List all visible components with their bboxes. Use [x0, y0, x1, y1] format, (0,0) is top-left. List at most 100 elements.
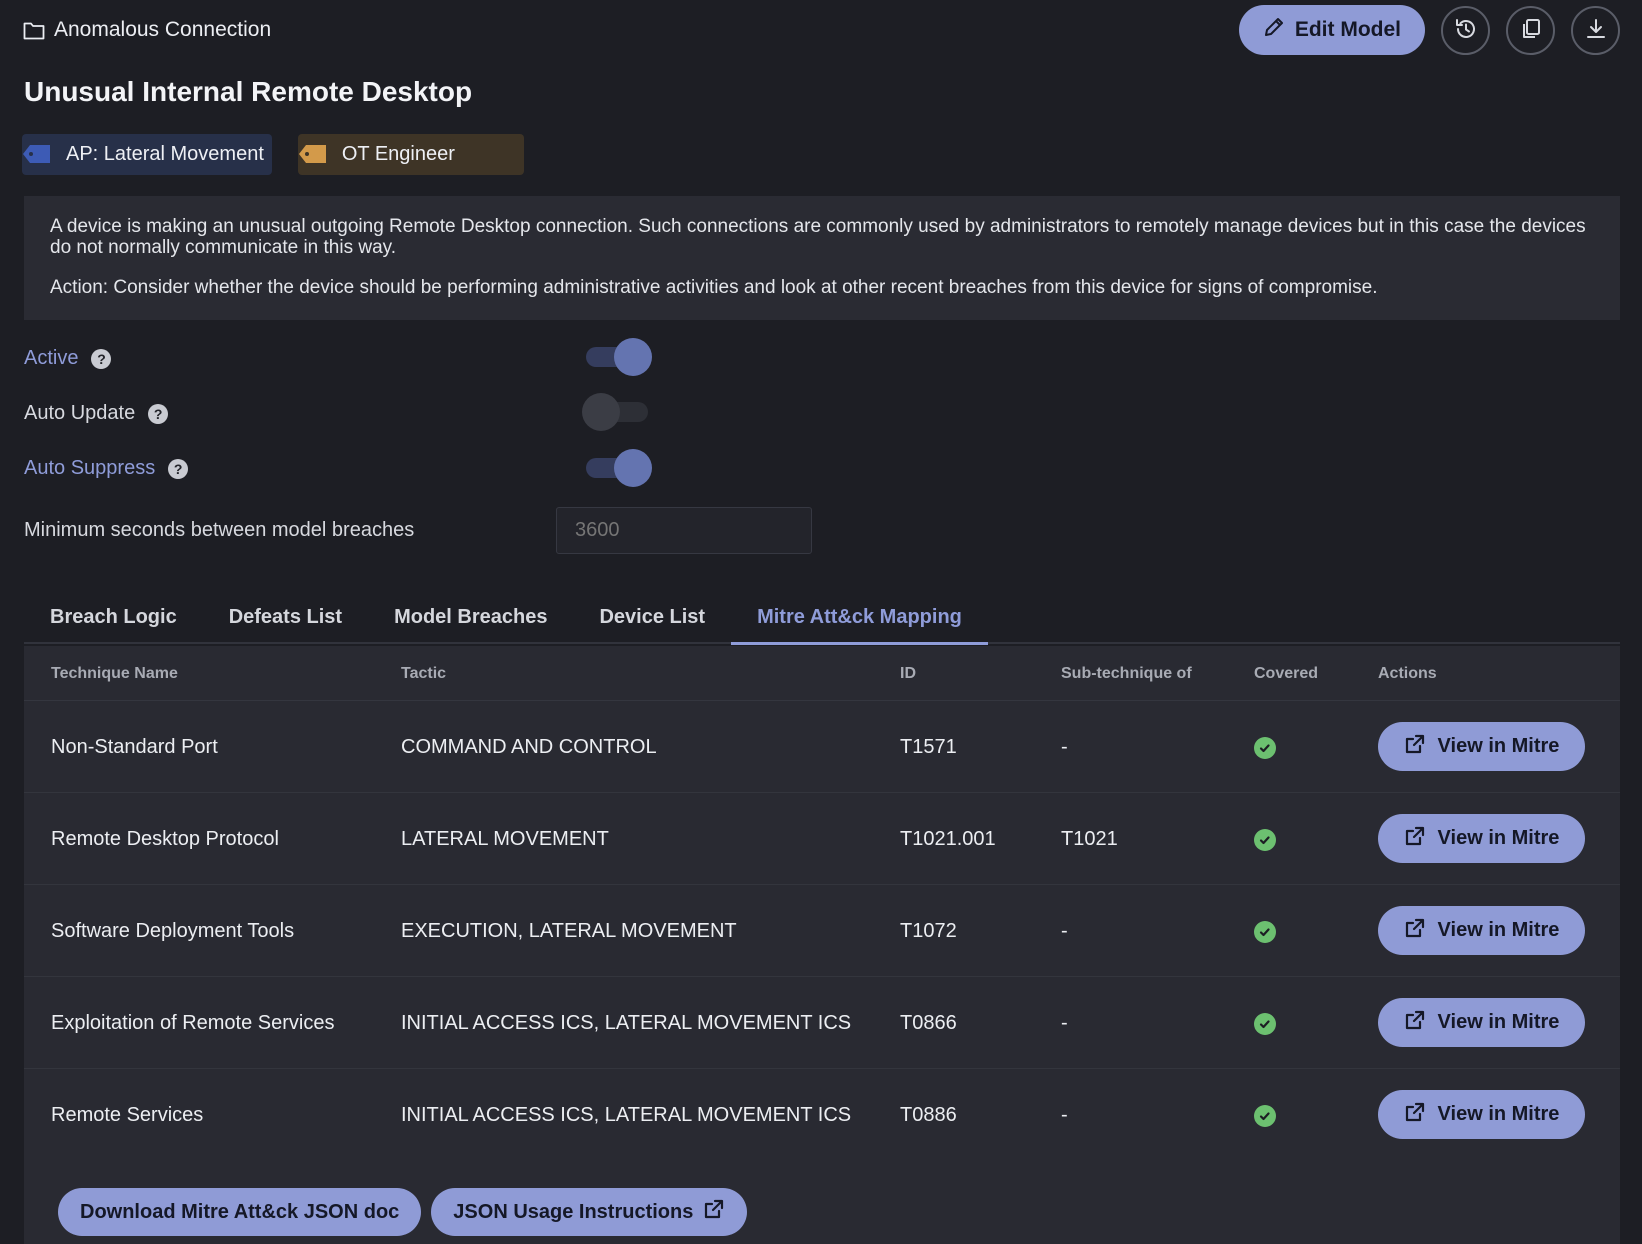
- table-row: Non-Standard Port COMMAND AND CONTROL T1…: [24, 701, 1620, 793]
- technique-id: T1021.001: [900, 828, 996, 850]
- min-seconds-input[interactable]: [556, 507, 812, 554]
- technique-id: T1072: [900, 920, 957, 942]
- technique-id: T1571: [900, 736, 957, 758]
- covered-check-icon: [1254, 1013, 1276, 1035]
- covered-check-icon: [1254, 921, 1276, 943]
- copy-button[interactable]: [1506, 5, 1555, 55]
- top-actions: Edit Model: [1238, 5, 1620, 55]
- tag-list: AP: Lateral Movement OT Engineer: [22, 134, 524, 175]
- tab-model-breaches[interactable]: Model Breaches: [368, 592, 573, 642]
- header-technique-name[interactable]: Technique Name: [51, 665, 178, 683]
- edit-model-label: Edit Model: [1294, 18, 1401, 41]
- view-in-mitre-button[interactable]: View in Mitre: [1378, 722, 1585, 771]
- tab-defeats-list[interactable]: Defeats List: [203, 592, 368, 642]
- tag-lateral-movement[interactable]: AP: Lateral Movement: [22, 134, 272, 175]
- mitre-table: Technique Name Tactic ID Sub-technique o…: [24, 646, 1620, 1244]
- help-icon[interactable]: ?: [168, 458, 189, 479]
- covered-check-icon: [1254, 1105, 1276, 1127]
- sub-technique-of: -: [1061, 1104, 1068, 1126]
- table-row: Exploitation of Remote Services INITIAL …: [24, 977, 1620, 1069]
- table-row: Software Deployment Tools EXECUTION, LAT…: [24, 885, 1620, 977]
- tag-ot-engineer[interactable]: OT Engineer: [297, 134, 524, 175]
- copy-icon: [1519, 17, 1543, 44]
- tab-device-list[interactable]: Device List: [573, 592, 731, 642]
- tag-label: OT Engineer: [341, 143, 455, 165]
- tag-icon: [298, 143, 328, 171]
- top-bar: Anomalous Connection Edit Model: [0, 0, 1642, 62]
- header-sub-technique[interactable]: Sub-technique of: [1061, 665, 1192, 683]
- download-json-label: Download Mitre Att&ck JSON doc: [80, 1200, 400, 1223]
- view-in-mitre-button[interactable]: View in Mitre: [1378, 814, 1585, 863]
- tactic: COMMAND AND CONTROL: [401, 736, 657, 758]
- help-icon[interactable]: ?: [148, 403, 169, 424]
- breadcrumb[interactable]: Anomalous Connection: [23, 18, 271, 42]
- view-in-mitre-label: View in Mitre: [1437, 827, 1560, 849]
- external-link-icon: [1404, 1009, 1426, 1037]
- folder-icon: [23, 20, 45, 40]
- edit-model-button[interactable]: Edit Model: [1238, 5, 1425, 55]
- table-row: Remote Services INITIAL ACCESS ICS, LATE…: [24, 1069, 1620, 1161]
- page-title: Unusual Internal Remote Desktop: [24, 76, 473, 107]
- toggle-knob: [614, 338, 652, 376]
- download-json-button[interactable]: Download Mitre Att&ck JSON doc: [58, 1188, 422, 1236]
- covered-check-icon: [1254, 829, 1276, 851]
- auto-suppress-toggle[interactable]: [586, 449, 652, 487]
- auto-update-toggle[interactable]: [582, 393, 652, 431]
- header-covered[interactable]: Covered: [1254, 665, 1318, 683]
- view-in-mitre-label: View in Mitre: [1437, 919, 1560, 941]
- tactic: INITIAL ACCESS ICS, LATERAL MOVEMENT ICS: [401, 1104, 852, 1126]
- description-action: Action: Consider whether the device shou…: [50, 277, 1378, 298]
- sub-technique-of: -: [1061, 736, 1068, 758]
- auto-update-label: Auto Update: [24, 402, 136, 424]
- view-in-mitre-label: View in Mitre: [1437, 735, 1560, 757]
- model-page: Anomalous Connection Edit Model Unusual …: [0, 0, 1642, 1244]
- toggle-knob: [614, 449, 652, 487]
- external-link-icon: [1404, 917, 1426, 945]
- external-link-icon: [1404, 1101, 1426, 1129]
- technique-id: T0866: [900, 1012, 957, 1034]
- active-label: Active: [24, 347, 79, 369]
- table-row: Remote Desktop Protocol LATERAL MOVEMENT…: [24, 793, 1620, 885]
- bottom-actions: Download Mitre Att&ck JSON doc JSON Usag…: [58, 1188, 748, 1236]
- tactic: INITIAL ACCESS ICS, LATERAL MOVEMENT ICS: [401, 1012, 852, 1034]
- view-in-mitre-button[interactable]: View in Mitre: [1378, 906, 1585, 955]
- tab-breach-logic[interactable]: Breach Logic: [24, 592, 203, 642]
- pencil-icon: [1263, 16, 1285, 44]
- active-toggle[interactable]: [586, 338, 652, 376]
- toggle-knob: [582, 393, 620, 431]
- tab-mitre-mapping[interactable]: Mitre Att&ck Mapping: [731, 592, 988, 645]
- view-in-mitre-button[interactable]: View in Mitre: [1378, 1090, 1585, 1139]
- setting-active: Active ?: [24, 347, 112, 370]
- view-in-mitre-button[interactable]: View in Mitre: [1378, 998, 1585, 1047]
- sub-technique-of: -: [1061, 920, 1068, 942]
- technique-name: Remote Services: [51, 1104, 204, 1126]
- auto-suppress-label: Auto Suppress: [24, 457, 156, 479]
- json-usage-button[interactable]: JSON Usage Instructions: [431, 1188, 748, 1236]
- technique-name: Exploitation of Remote Services: [51, 1012, 335, 1034]
- help-icon[interactable]: ?: [91, 348, 112, 369]
- history-icon: [1454, 17, 1478, 44]
- header-actions: Actions: [1378, 665, 1437, 682]
- external-link-icon: [703, 1198, 725, 1226]
- json-usage-label: JSON Usage Instructions: [453, 1200, 694, 1223]
- tag-icon: [22, 143, 52, 171]
- sub-technique-of: T1021: [1061, 828, 1118, 850]
- tactic: LATERAL MOVEMENT: [401, 828, 609, 850]
- technique-name: Remote Desktop Protocol: [51, 828, 279, 850]
- tab-bar: Breach Logic Defeats List Model Breaches…: [24, 592, 1620, 645]
- view-in-mitre-label: View in Mitre: [1437, 1011, 1560, 1033]
- description-text: A device is making an unusual outgoing R…: [50, 216, 1586, 258]
- technique-id: T0886: [900, 1104, 957, 1126]
- external-link-icon: [1404, 733, 1426, 761]
- history-button[interactable]: [1441, 5, 1490, 55]
- sub-technique-of: -: [1061, 1012, 1068, 1034]
- covered-check-icon: [1254, 737, 1276, 759]
- setting-auto-update: Auto Update ?: [24, 402, 169, 425]
- header-id[interactable]: ID: [900, 665, 916, 683]
- setting-min-seconds: Minimum seconds between model breaches: [24, 519, 414, 542]
- tactic: EXECUTION, LATERAL MOVEMENT: [401, 920, 737, 942]
- technique-name: Software Deployment Tools: [51, 920, 295, 942]
- download-button[interactable]: [1571, 5, 1620, 55]
- header-tactic[interactable]: Tactic: [401, 665, 446, 683]
- model-description: A device is making an unusual outgoing R…: [24, 196, 1620, 320]
